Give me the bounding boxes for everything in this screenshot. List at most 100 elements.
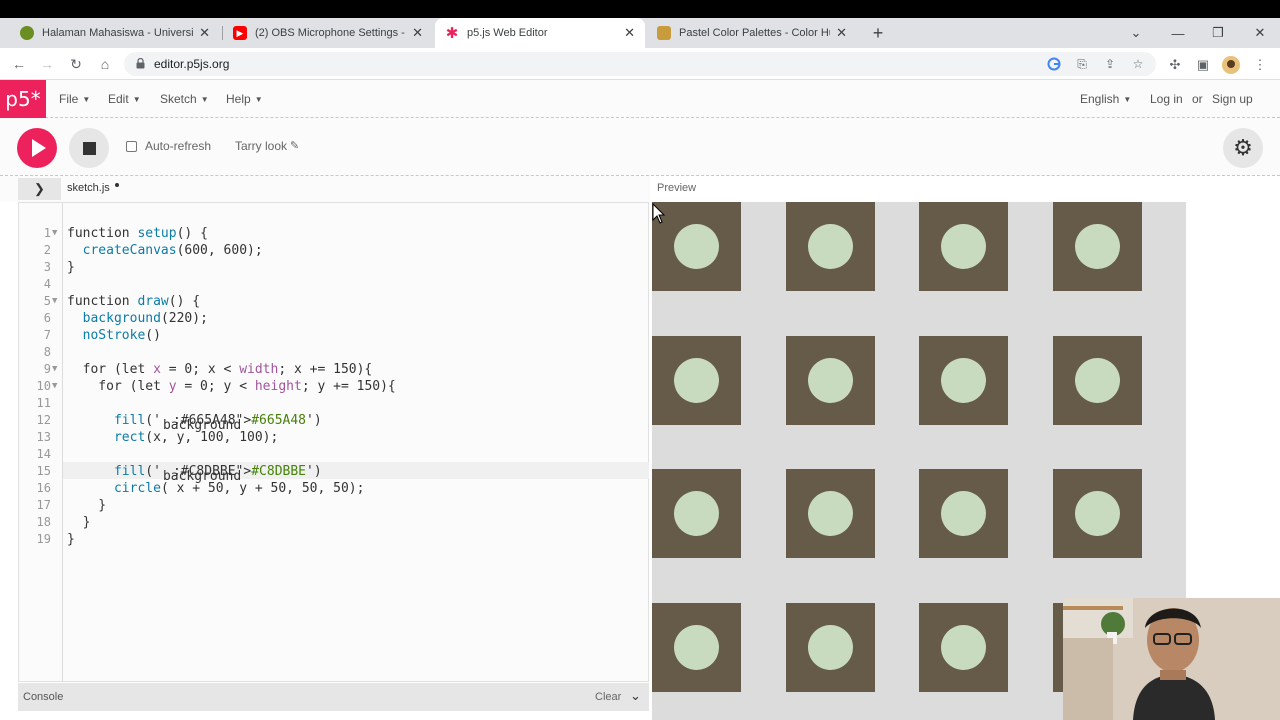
stop-icon — [82, 141, 96, 155]
forward-icon[interactable]: → — [37, 54, 57, 74]
fold-arrow-icon[interactable]: ▼ — [52, 225, 57, 242]
sketch-square — [785, 469, 875, 558]
stop-button[interactable] — [69, 128, 109, 168]
line-number: 18 — [36, 515, 51, 529]
menu-sketch[interactable]: Sketch ▼ — [160, 92, 209, 106]
translate-icon[interactable]: ⎘ — [1074, 56, 1090, 72]
google-icon[interactable] — [1046, 56, 1062, 72]
file-tab-name[interactable]: sketch.js — [67, 182, 110, 194]
minimize-icon[interactable]: — — [1158, 18, 1198, 48]
tab-close-icon[interactable]: ✕ — [836, 25, 847, 41]
tab-close-icon[interactable]: ✕ — [624, 25, 635, 41]
tab-search-icon[interactable]: ⌄ — [1116, 18, 1156, 48]
code-line[interactable]: 16 circle( x + 50, y + 50, 50, 50); — [19, 480, 650, 497]
menu-file-label: File — [59, 92, 79, 106]
line-number: 5 — [43, 294, 51, 308]
url-text[interactable]: editor.p5js.org — [154, 57, 229, 71]
code-line[interactable]: 13 rect(x, y, 100, 100); — [19, 429, 650, 446]
profile-avatar-icon[interactable] — [1222, 56, 1240, 74]
code-line[interactable]: 17 } — [19, 497, 650, 514]
code-text: } — [67, 260, 75, 275]
address-bar[interactable]: editor.p5js.org ⎘ ⇪ ☆ — [124, 52, 1156, 76]
code-editor[interactable]: 1 ▼ function setup() { 2 createCanvas(600,… — [18, 202, 649, 682]
chrome-menu-icon[interactable]: ⋮ — [1251, 56, 1269, 74]
menu-help[interactable]: Help ▼ — [226, 92, 263, 106]
pencil-icon[interactable]: ✎ — [290, 139, 299, 152]
bookmark-star-icon[interactable]: ☆ — [1130, 56, 1146, 72]
code-text: for (let y = 0; y < height; y += 150){ — [67, 379, 396, 394]
auto-refresh-label[interactable]: Auto-refresh — [145, 139, 211, 153]
tab-colorhunt[interactable]: Pastel Color Palettes - Color Hun ✕ — [647, 18, 857, 48]
code-line[interactable]: 12 fill(' background:#665A48">#665A48') — [19, 412, 650, 433]
restore-icon[interactable]: ❐ — [1198, 18, 1238, 48]
side-panel-icon[interactable]: ▣ — [1194, 56, 1212, 74]
back-icon[interactable]: ← — [9, 54, 29, 74]
console-label: Console — [23, 691, 64, 703]
code-line[interactable]: 10 ▼ for (let y = 0; y < height; y += 150… — [19, 378, 650, 395]
code-line[interactable]: 5 ▼ function draw() { — [19, 293, 650, 310]
code-line[interactable]: 4 — [19, 276, 650, 293]
reload-icon[interactable]: ↻ — [66, 54, 86, 74]
sketch-name[interactable]: Tarry look — [235, 139, 287, 153]
expand-sidebar-chevron-icon[interactable]: ❯ — [18, 178, 61, 200]
sketch-circle — [807, 624, 853, 670]
extensions-icon[interactable]: ✣ — [1166, 56, 1184, 74]
code-line[interactable]: 9 ▼ for (let x = 0; x < width; x += 150){ — [19, 361, 650, 378]
login-link[interactable]: Log in — [1150, 92, 1183, 106]
fold-arrow-icon[interactable]: ▼ — [52, 293, 57, 310]
sketch-square — [652, 602, 741, 692]
console-bar[interactable]: Console Clear ⌄ — [18, 683, 649, 711]
code-line[interactable]: 2 createCanvas(600, 600); — [19, 242, 650, 259]
sketch-square — [1052, 469, 1142, 558]
chevron-down-icon[interactable]: ⌄ — [630, 688, 641, 704]
code-text: function draw() { — [67, 294, 201, 309]
sketch-square — [919, 469, 1008, 558]
code-line[interactable]: 14 — [19, 446, 650, 463]
code-line[interactable]: 11 — [19, 395, 650, 412]
code-line[interactable]: 8 — [19, 344, 650, 361]
fold-arrow-icon[interactable]: ▼ — [52, 378, 57, 395]
code-line[interactable]: 3} — [19, 259, 650, 276]
sketch-toolbar: Auto-refresh Tarry look ✎ ⚙ — [0, 118, 1280, 176]
code-line[interactable]: 19} — [19, 531, 650, 548]
fold-arrow-icon[interactable]: ▼ — [52, 361, 57, 378]
unsaved-dot — [115, 183, 119, 187]
menu-edit[interactable]: Edit ▼ — [108, 92, 141, 106]
console-clear-button[interactable]: Clear — [595, 691, 621, 703]
line-number: 17 — [36, 498, 51, 512]
tab-close-icon[interactable]: ✕ — [199, 25, 210, 41]
share-icon[interactable]: ⇪ — [1102, 56, 1118, 72]
settings-gear-icon[interactable]: ⚙ — [1223, 128, 1263, 168]
language-menu[interactable]: English ▼ — [1080, 92, 1131, 106]
p5-logo[interactable]: p5* — [0, 80, 46, 118]
window-close-icon[interactable]: ✕ — [1240, 18, 1280, 48]
auto-refresh-checkbox[interactable] — [126, 141, 137, 152]
home-icon[interactable]: ⌂ — [95, 54, 115, 74]
caret-down-icon: ▼ — [200, 94, 209, 104]
line-number: 1 — [43, 226, 51, 240]
play-button[interactable] — [17, 128, 57, 168]
tab-p5-editor[interactable]: ✱ p5.js Web Editor ✕ — [435, 18, 645, 48]
caret-down-icon: ▼ — [1123, 94, 1132, 104]
sketch-circle — [941, 357, 986, 403]
caret-down-icon: ▼ — [132, 94, 141, 104]
code-line[interactable]: 15 fill(' background:#C8DBBE">#C8DBBE') — [19, 463, 650, 484]
menu-file[interactable]: File ▼ — [59, 92, 90, 106]
signup-link[interactable]: Sign up — [1212, 92, 1253, 106]
tab-close-icon[interactable]: ✕ — [412, 25, 423, 41]
line-number: 7 — [43, 328, 51, 342]
code-line[interactable]: 18 } — [19, 514, 650, 531]
tab-label: (2) OBS Microphone Settings - Su — [255, 27, 407, 39]
code-line[interactable]: 1 ▼ function setup() { — [19, 225, 650, 242]
tab-obs-youtube[interactable]: ▶ (2) OBS Microphone Settings - Su ✕ — [223, 18, 433, 48]
menu-sketch-label: Sketch — [160, 92, 197, 106]
sketch-circle — [807, 224, 853, 269]
code-line[interactable]: 6 background(220); — [19, 310, 650, 327]
code-lines[interactable]: 1 ▼ function setup() { 2 createCanvas(600,… — [19, 225, 650, 548]
line-number: 11 — [36, 396, 51, 410]
line-number: 9 — [43, 362, 51, 376]
new-tab-button[interactable]: + — [868, 18, 888, 48]
tab-university[interactable]: Halaman Mahasiswa - Universitas ✕ — [10, 18, 220, 48]
line-number: 8 — [43, 345, 51, 359]
code-line[interactable]: 7 noStroke() — [19, 327, 650, 344]
